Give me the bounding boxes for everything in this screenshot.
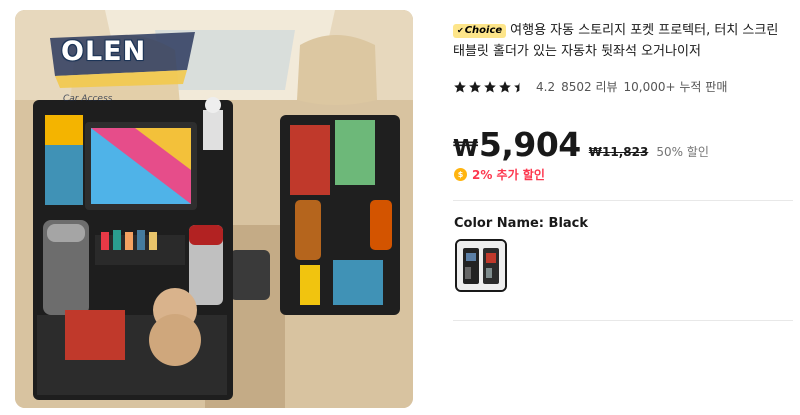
discount-label: 50% 할인	[656, 145, 709, 159]
price-row: ₩5,904 ₩11,823 50% 할인	[453, 125, 709, 164]
color-swatch-black[interactable]	[455, 239, 507, 292]
choice-badge: ✔Choice	[453, 24, 507, 38]
product-photo	[15, 10, 413, 408]
product-title[interactable]: ✔Choice 여행용 자동 스토리지 포켓 프로텍터, 터치 스크린 태블릿 홀…	[453, 20, 793, 62]
swatch-thumbnail	[457, 241, 505, 290]
brand-tagline: Car Access	[63, 94, 113, 104]
coin-icon	[454, 168, 467, 181]
brand-logo: OLEN	[61, 36, 147, 67]
product-info: ✔Choice 여행용 자동 스토리지 포켓 프로텍터, 터치 스크린 태블릿 홀…	[453, 20, 793, 62]
review-count[interactable]: 8502 리뷰	[561, 78, 617, 95]
extra-discount-text: 2% 추가 할인	[472, 168, 545, 182]
divider	[453, 320, 793, 321]
current-price: ₩5,904	[453, 125, 581, 164]
rating-row[interactable]: 4.2 8502 리뷰 10,000+ 누적 판매	[453, 78, 733, 95]
choice-badge-label: Choice	[464, 25, 503, 36]
star-icon	[469, 80, 481, 93]
half-star-icon	[514, 80, 526, 93]
sold-count: 10,000+ 누적 판매	[623, 80, 728, 94]
star-icon	[484, 80, 496, 93]
product-image[interactable]: OLEN Car Access	[15, 10, 413, 408]
extra-discount: 2% 추가 할인	[454, 166, 545, 183]
original-price: ₩11,823	[588, 145, 649, 159]
rating-value: 4.2	[536, 79, 556, 94]
check-icon: ✔	[457, 26, 464, 35]
divider	[453, 200, 793, 201]
currency-symbol: ₩	[453, 136, 478, 162]
star-rating	[453, 80, 528, 94]
price-value: 5,904	[478, 125, 581, 164]
star-icon	[499, 80, 511, 93]
star-icon	[454, 80, 466, 93]
color-name-label: Color Name: Black	[454, 216, 589, 231]
